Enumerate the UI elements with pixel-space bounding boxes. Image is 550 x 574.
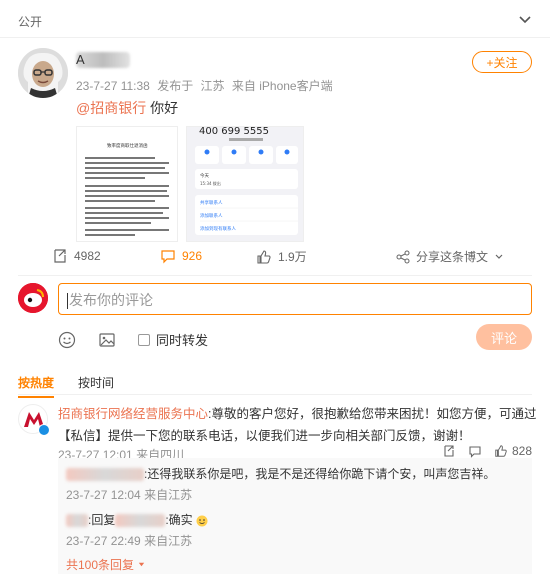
phone-line1: 今天: [200, 172, 209, 179]
doc-title: 致率度商取仕退消函: [107, 142, 148, 149]
verified-badge-icon: [38, 424, 50, 436]
sort-tabs: 按热度 按时间: [18, 374, 114, 398]
repost-icon[interactable]: [442, 444, 456, 458]
share-count: 4982: [74, 249, 101, 263]
comment-author-name[interactable]: 招商银行网络经营服务中心: [58, 407, 208, 421]
repost-checkbox[interactable]: [138, 333, 150, 346]
repost-icon: [54, 249, 66, 263]
more-replies-link[interactable]: 共100条回复: [66, 556, 146, 573]
reply-target-blurred[interactable]: [115, 514, 166, 528]
like-count: 1.9万: [278, 250, 307, 264]
reply-meta: 23-7-27 22:49 来自江苏: [66, 532, 192, 549]
reply-author-blurred[interactable]: [66, 514, 88, 528]
submit-comment-label: 评论: [490, 330, 517, 346]
reply-author-blurred[interactable]: [66, 468, 144, 482]
thumbs-up-icon: [495, 445, 507, 457]
text-caret: [67, 293, 68, 310]
divider: [18, 394, 532, 395]
share-post-label: 分享这条博文: [416, 250, 489, 264]
comment-actions: 828: [442, 444, 532, 458]
post-source: 来自 iPhone客户端: [231, 79, 333, 93]
emoji-icon: [196, 515, 208, 527]
comment-body: 招商银行网络经营服务中心:尊敬的客户您好，很抱歉给您带来困扰！如您方便，可通过【…: [58, 403, 538, 447]
submit-comment-button[interactable]: 评论: [476, 324, 532, 350]
reply-prefix: :回复: [88, 513, 116, 527]
comment-like-count: 828: [511, 444, 532, 458]
post-content: @招商银行 你好: [76, 98, 178, 118]
follow-button[interactable]: +关注: [472, 51, 532, 73]
share-action[interactable]: 4982: [52, 248, 101, 264]
author-avatar[interactable]: [18, 48, 68, 98]
reply-text: :确实: [165, 513, 193, 527]
follow-label: +关注: [486, 55, 518, 70]
reply-list: :还得我联系你是吧，我是不是还得给你跪下请个安，叫声您吉祥。 23-7-27 1…: [58, 458, 532, 574]
like-action[interactable]: 1.9万: [256, 248, 307, 265]
post-image-document[interactable]: 致率度商取仕退消函: [76, 126, 178, 242]
chevron-down-icon[interactable]: [518, 12, 532, 26]
phone-link3: 添加到现有联系人: [200, 225, 236, 232]
share-post-action[interactable]: 分享这条博文: [396, 248, 504, 265]
post-actions: 4982 926 1.9万 分享这条博文: [0, 244, 550, 270]
reply-source: 来自江苏: [144, 488, 193, 502]
comment-like[interactable]: 828: [494, 444, 532, 458]
post-meta: 23-7-27 11:38 发布于 江苏 来自 iPhone客户端: [76, 77, 337, 94]
image-icon[interactable]: [98, 331, 116, 349]
post-body: 你好: [150, 100, 179, 116]
thumbs-up-icon: [257, 249, 271, 264]
comment-count: 926: [182, 249, 203, 263]
post-image-phone[interactable]: 400 699 5555 今天 15:34 拨出 共享联系人 添加联系人 添加到…: [186, 126, 304, 242]
reply-meta: 23-7-27 12:04 来自江苏: [66, 486, 192, 503]
phone-number: 400 699 5555: [199, 127, 269, 137]
comment-input[interactable]: 发布你的评论: [58, 283, 532, 315]
phone-link1: 共享联系人: [200, 199, 223, 206]
chevron-down-icon: [139, 562, 145, 567]
comment-icon: [161, 250, 175, 264]
visibility-label: 公开: [18, 15, 43, 29]
post-location: 江苏: [200, 79, 225, 93]
user-avatar[interactable]: [18, 283, 48, 313]
reply-time: 23-7-27 22:49: [66, 534, 141, 548]
chevron-down-icon: [495, 254, 503, 259]
repost-checkbox-label: 同时转发: [156, 333, 209, 348]
reply-item: :回复 :确实: [66, 511, 208, 528]
comment-icon[interactable]: [468, 444, 482, 458]
post-time[interactable]: 23-7-27 11:38: [76, 79, 150, 93]
published-from-label: 发布于: [157, 79, 194, 93]
visibility-bar: 公开: [0, 0, 550, 38]
mention-link[interactable]: @招商银行: [76, 100, 146, 116]
tab-time[interactable]: 按时间: [78, 374, 114, 391]
comment-placeholder: 发布你的评论: [69, 292, 153, 308]
emoji-icon[interactable]: [58, 331, 76, 349]
phone-line2: 15:34 拨出: [200, 180, 221, 186]
author-name-initial: A: [76, 52, 85, 67]
reply-text: :还得我联系你是吧，我是不是还得给你跪下请个安，叫声您吉祥。: [144, 467, 496, 481]
share-icon: [396, 250, 410, 263]
reply-time: 23-7-27 12:04: [66, 488, 141, 502]
comment-action[interactable]: 926: [160, 248, 202, 264]
composer-tools: 同时转发: [58, 330, 208, 349]
reply-source: 来自江苏: [144, 534, 193, 548]
divider: [18, 275, 532, 276]
reply-item: :还得我联系你是吧，我是不是还得给你跪下请个安，叫声您吉祥。: [66, 465, 495, 482]
more-replies-label: 共100条回复: [66, 558, 135, 572]
phone-link2: 添加联系人: [200, 212, 223, 219]
tab-hot[interactable]: 按热度: [18, 374, 55, 398]
